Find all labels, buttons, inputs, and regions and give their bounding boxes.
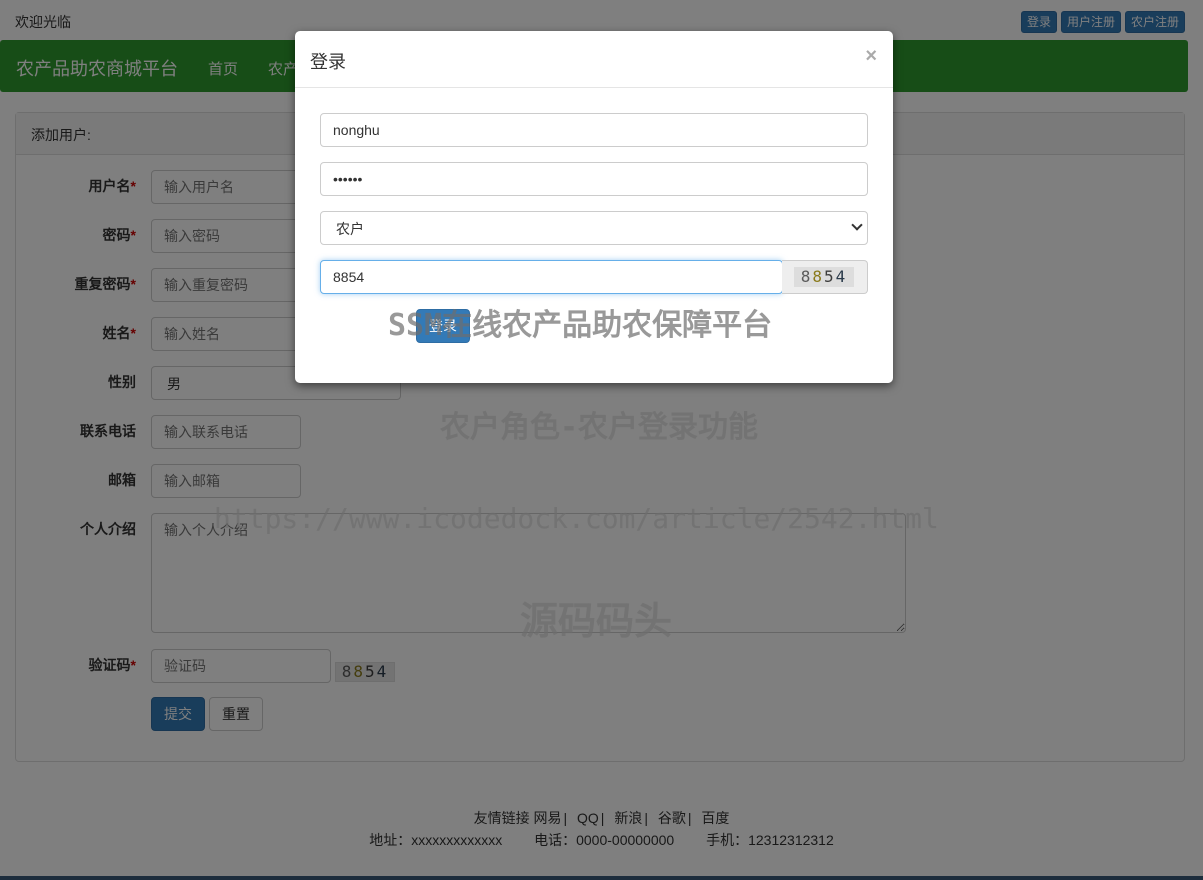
login-captcha-addon: 8854	[782, 260, 868, 294]
modal-header: 登录 ×	[295, 31, 893, 88]
watermark-url: https://www.icodedock.com/article/2542.h…	[214, 502, 939, 535]
close-icon[interactable]: ×	[865, 45, 877, 68]
login-password-input[interactable]	[320, 162, 868, 196]
modal-title: 登录	[310, 52, 346, 72]
login-captcha-image[interactable]: 8854	[794, 267, 854, 287]
watermark-brand: 源码码头	[520, 599, 673, 643]
login-captcha-input[interactable]	[320, 260, 783, 294]
watermark-platform-title: SSM在线农产品助农保障平台	[388, 308, 773, 343]
login-role-select[interactable]: 农户	[320, 211, 868, 245]
login-username-input[interactable]	[320, 113, 868, 147]
watermark-feature-title: 农户角色-农户登录功能	[440, 410, 759, 445]
login-role-value: 农户	[336, 221, 364, 237]
chevron-down-icon	[851, 219, 863, 231]
